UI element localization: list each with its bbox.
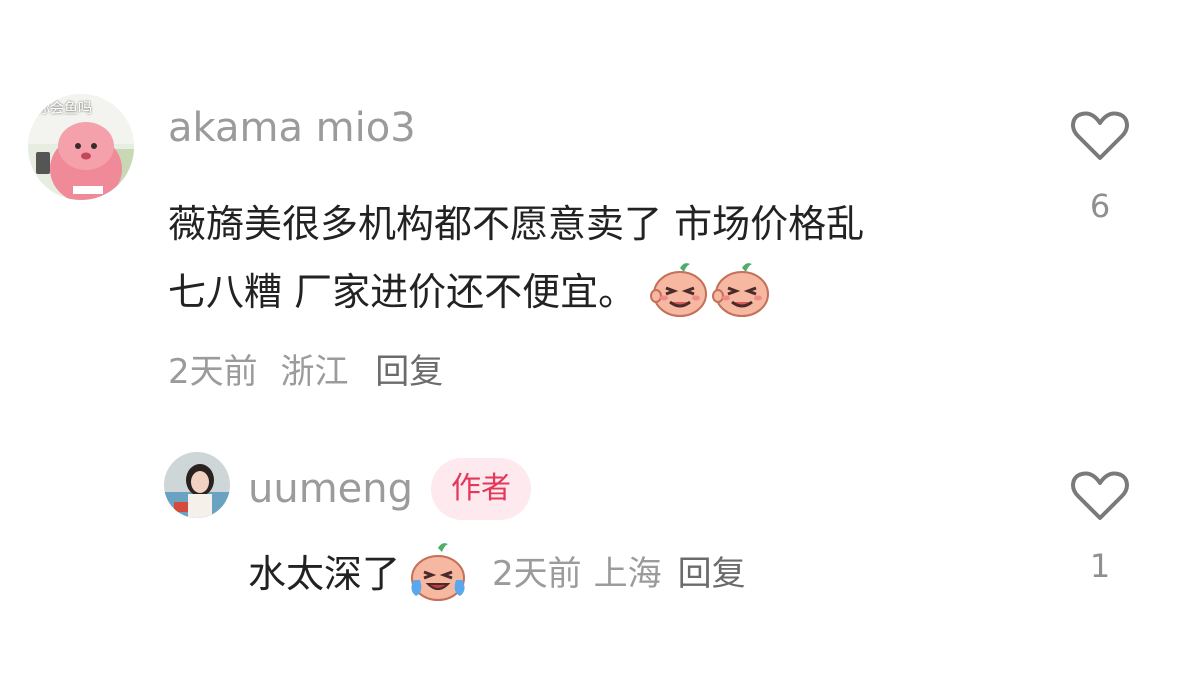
comment-text-line2: 七八糟 厂家进价还不便宜。 bbox=[168, 270, 637, 314]
reply-like-count: 1 bbox=[1089, 547, 1111, 585]
laughing-face-emoji-icon bbox=[712, 260, 772, 324]
comment-location: 浙江 bbox=[280, 352, 349, 392]
commenter-username[interactable]: akama mio3 bbox=[168, 108, 416, 148]
like-count: 6 bbox=[1089, 187, 1111, 225]
crying-face-emoji-icon bbox=[406, 540, 470, 608]
author-badge: 作者 bbox=[431, 458, 532, 520]
reply-username[interactable]: uumeng bbox=[248, 469, 413, 509]
like-button[interactable] bbox=[1070, 106, 1130, 166]
reply-header: uumeng 作者 bbox=[248, 456, 532, 522]
reply-time: 2天前 bbox=[492, 554, 582, 594]
heart-icon bbox=[1071, 111, 1129, 160]
reply-author-avatar[interactable] bbox=[164, 452, 230, 518]
reply-body-row: 水太深了 2天前 上海 回复 bbox=[248, 540, 746, 608]
heart-icon bbox=[1071, 471, 1129, 520]
reply-like-button[interactable] bbox=[1070, 466, 1130, 526]
reply-text: 水太深了 bbox=[248, 552, 401, 596]
comment-text-line2-row: 七八糟 厂家进价还不便宜。 bbox=[168, 262, 772, 322]
comment-time: 2天前 bbox=[168, 352, 258, 392]
comment-meta: 2天前 浙江 回复 bbox=[168, 355, 443, 389]
reply-button[interactable]: 回复 bbox=[375, 352, 443, 392]
avatar-overlay-text: 你会鱼吗 bbox=[36, 101, 92, 117]
commenter-avatar[interactable]: 你会鱼吗 bbox=[28, 94, 134, 200]
reply-reply-button[interactable]: 回复 bbox=[678, 557, 746, 591]
laughing-face-emoji-icon bbox=[650, 260, 710, 324]
reply-location: 上海 bbox=[593, 554, 662, 594]
comment-text-line1: 薇旖美很多机构都不愿意卖了 市场价格乱 bbox=[168, 202, 865, 246]
